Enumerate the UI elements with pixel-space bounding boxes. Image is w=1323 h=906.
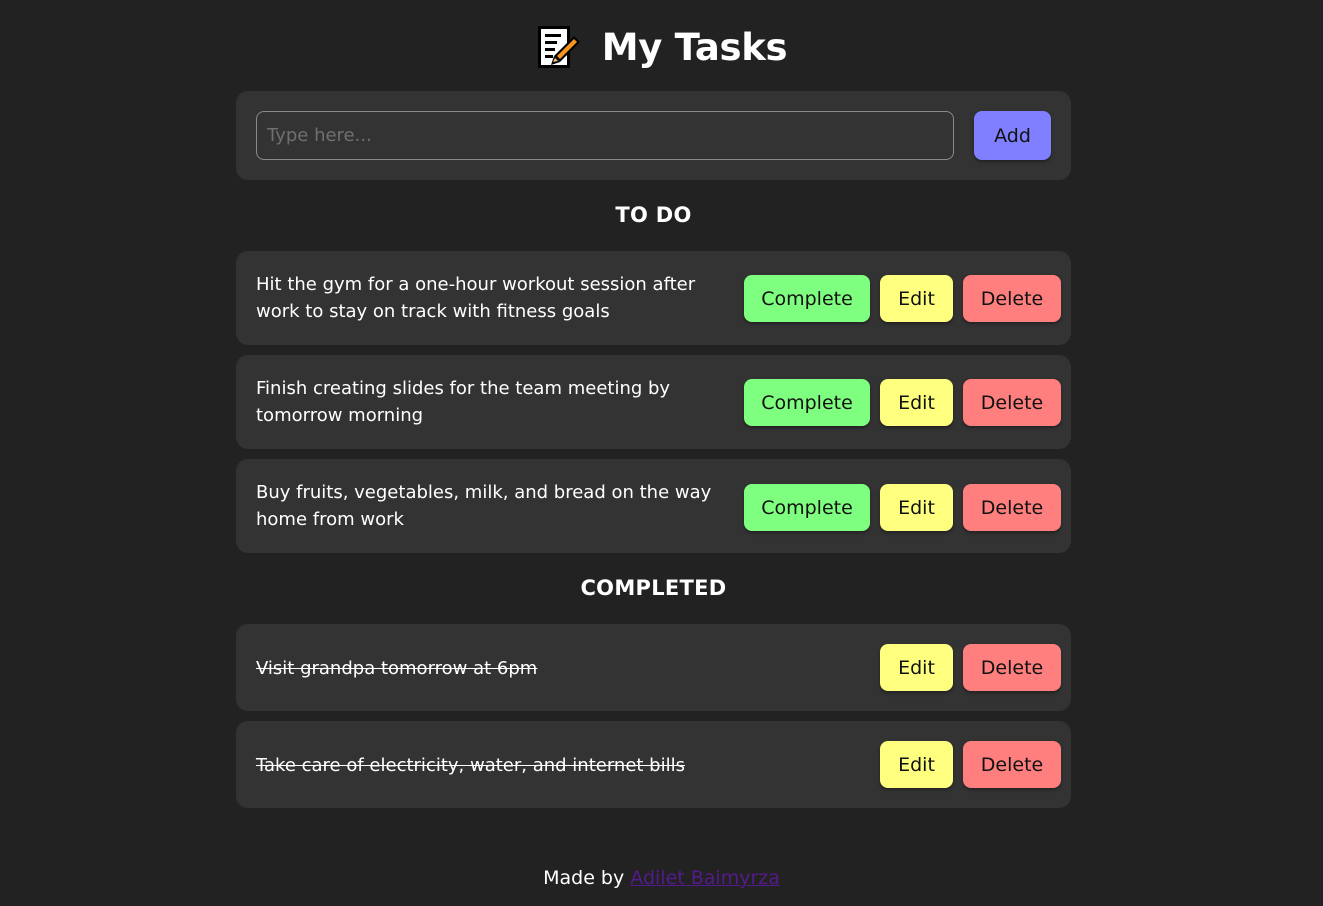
delete-button[interactable]: Delete	[963, 275, 1061, 322]
new-task-form: Add	[236, 91, 1071, 180]
completed-item: Visit grandpa tomorrow at 6pm Edit Delet…	[236, 624, 1071, 711]
task-text: Finish creating slides for the team meet…	[256, 375, 670, 429]
memo-icon	[537, 26, 580, 68]
task-text: Buy fruits, vegetables, milk, and bread …	[256, 479, 711, 533]
add-button[interactable]: Add	[974, 111, 1051, 160]
task-text-line: tomorrow morning	[256, 405, 424, 426]
task-text-line: Buy fruits, vegetables, milk, and bread …	[256, 482, 712, 503]
task-text-line: work to stay on track with fitness goals	[256, 301, 610, 322]
task-text: Take care of electricity, water, and int…	[256, 755, 685, 776]
edit-button[interactable]: Edit	[880, 275, 953, 322]
task-text-line: Finish creating slides for the team meet…	[256, 378, 671, 399]
page-title: My Tasks	[601, 25, 788, 69]
todo-item: Hit the gym for a one-hour workout sessi…	[236, 251, 1071, 345]
delete-button[interactable]: Delete	[963, 644, 1061, 691]
edit-button[interactable]: Edit	[880, 741, 953, 788]
delete-button[interactable]: Delete	[963, 379, 1061, 426]
delete-button[interactable]: Delete	[963, 741, 1061, 788]
footer-prefix: Made by	[543, 867, 625, 889]
author-link[interactable]: Adilet Baimyrza	[630, 867, 780, 889]
completed-heading: COMPLETED	[580, 576, 727, 600]
completed-item: Take care of electricity, water, and int…	[236, 721, 1071, 808]
edit-button[interactable]: Edit	[880, 484, 953, 531]
edit-button[interactable]: Edit	[880, 644, 953, 691]
page-header: My Tasks	[0, 18, 1323, 76]
task-text: Hit the gym for a one-hour workout sessi…	[256, 271, 695, 325]
todo-item: Finish creating slides for the team meet…	[236, 355, 1071, 449]
edit-button[interactable]: Edit	[880, 379, 953, 426]
complete-button[interactable]: Complete	[744, 275, 870, 322]
footer: Made by Adilet Baimyrza	[0, 867, 1323, 889]
todo-heading: TO DO	[615, 203, 692, 227]
delete-button[interactable]: Delete	[963, 484, 1061, 531]
task-text: Visit grandpa tomorrow at 6pm	[256, 658, 538, 679]
task-text-line: Hit the gym for a one-hour workout sessi…	[256, 274, 696, 295]
complete-button[interactable]: Complete	[744, 379, 870, 426]
task-text-line: home from work	[256, 509, 404, 530]
task-input[interactable]	[256, 111, 954, 160]
todo-item: Buy fruits, vegetables, milk, and bread …	[236, 459, 1071, 553]
complete-button[interactable]: Complete	[744, 484, 870, 531]
